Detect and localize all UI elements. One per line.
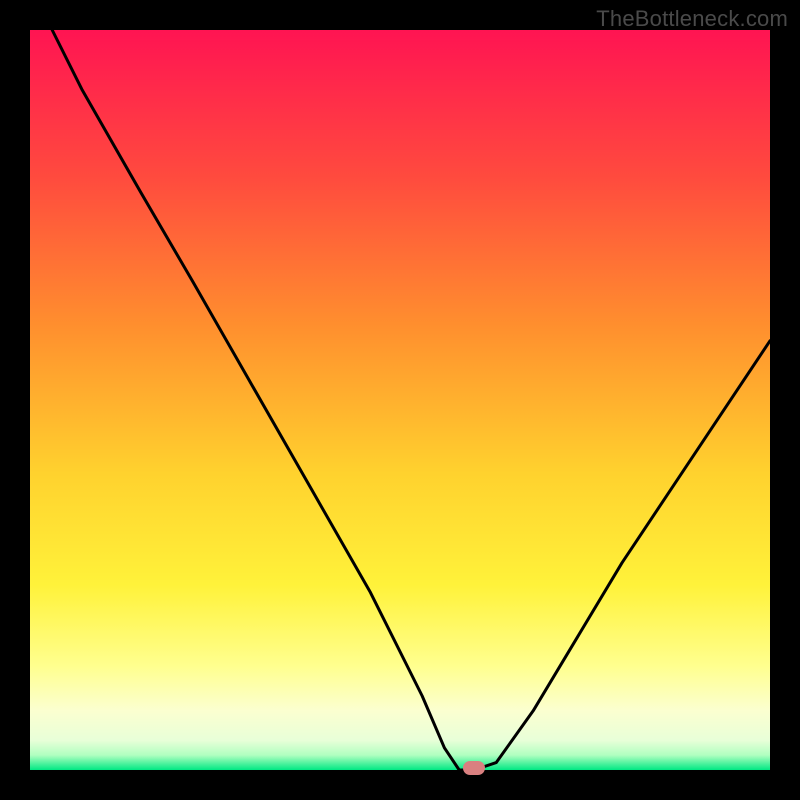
plot-background [30,30,770,770]
chart-container: TheBottleneck.com [0,0,800,800]
optimal-marker [463,761,485,775]
bottleneck-curve-chart [0,0,800,800]
